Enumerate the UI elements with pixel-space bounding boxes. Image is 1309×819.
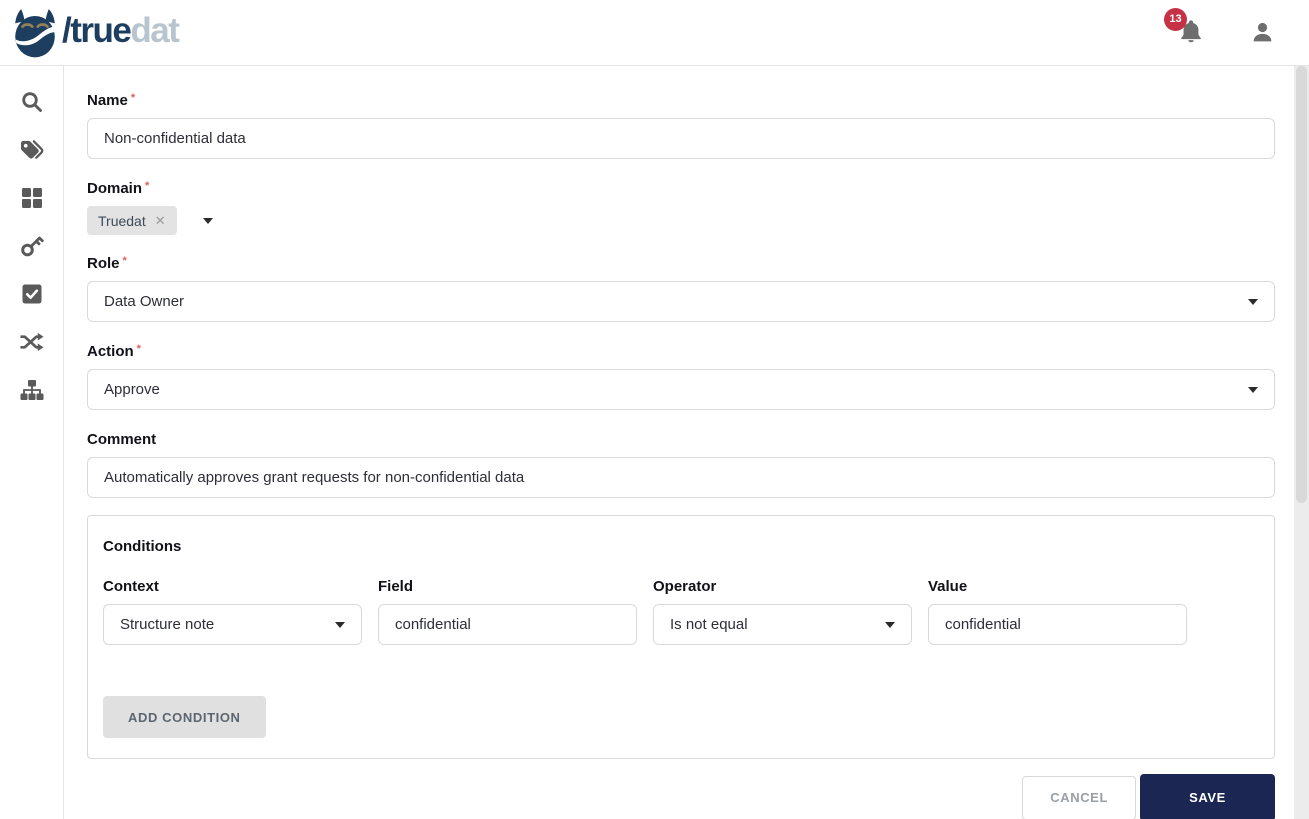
domain-chip-label: Truedat	[98, 213, 146, 229]
required-asterisk: *	[131, 92, 135, 104]
context-select[interactable]: Structure note	[103, 604, 362, 645]
condition-context-group: Context Structure note	[103, 578, 362, 645]
key-icon	[20, 234, 44, 258]
action-selected-value: Approve	[104, 381, 160, 398]
form-footer: CANCEL SAVE	[87, 774, 1275, 819]
role-field-group: Role* Data Owner	[87, 255, 1275, 322]
search-icon	[20, 90, 44, 114]
scrollbar[interactable]	[1294, 66, 1309, 819]
conditions-title: Conditions	[103, 538, 1259, 555]
action-select[interactable]: Approve	[87, 369, 1275, 410]
required-asterisk: *	[123, 255, 127, 267]
cancel-button[interactable]: CANCEL	[1022, 776, 1136, 819]
comment-input[interactable]	[87, 457, 1275, 498]
sidebar-item-modules[interactable]	[0, 174, 64, 222]
hierarchy-icon	[20, 379, 44, 401]
role-select[interactable]: Data Owner	[87, 281, 1275, 322]
add-condition-button[interactable]: ADD CONDITION	[103, 696, 266, 738]
sidebar-item-hierarchy[interactable]	[0, 366, 64, 414]
comment-field-group: Comment	[87, 431, 1275, 498]
sidebar-nav	[0, 66, 64, 819]
domain-dropdown-caret-icon[interactable]	[203, 218, 213, 224]
rule-form: Name* Domain* Truedat ✕ Role* Data Owner…	[64, 66, 1294, 819]
tasks-check-icon	[21, 283, 43, 305]
condition-row: Context Structure note Field Operator Is…	[103, 578, 1259, 645]
notification-count-badge: 13	[1164, 8, 1187, 31]
action-field-group: Action* Approve	[87, 343, 1275, 410]
shuffle-icon	[19, 331, 44, 353]
sidebar-item-permissions[interactable]	[0, 222, 64, 270]
sidebar-item-search[interactable]	[0, 78, 64, 126]
domain-chip: Truedat ✕	[87, 206, 177, 235]
chevron-down-icon	[335, 622, 345, 628]
operator-select[interactable]: Is not equal	[653, 604, 912, 645]
chevron-down-icon	[1248, 299, 1258, 305]
condition-field-group: Field	[378, 578, 637, 645]
name-field-group: Name*	[87, 92, 1275, 159]
condition-operator-group: Operator Is not equal	[653, 578, 912, 645]
app-header: /truedat 13	[0, 0, 1309, 66]
logo-wordmark: /truedat	[62, 13, 178, 52]
required-asterisk: *	[137, 343, 141, 355]
field-input[interactable]	[378, 604, 637, 645]
value-input[interactable]	[928, 604, 1187, 645]
context-selected-value: Structure note	[120, 616, 214, 633]
owl-logo-icon	[12, 8, 58, 58]
sidebar-item-tags[interactable]	[0, 126, 64, 174]
domain-field-group: Domain* Truedat ✕	[87, 180, 1275, 235]
value-label: Value	[928, 578, 1187, 595]
field-label: Field	[378, 578, 637, 595]
conditions-panel: Conditions Context Structure note Field …	[87, 515, 1275, 759]
notifications-button[interactable]: 13	[1178, 18, 1206, 48]
modules-grid-icon	[21, 187, 43, 209]
chevron-down-icon	[1248, 387, 1258, 393]
role-selected-value: Data Owner	[104, 293, 184, 310]
truedat-logo[interactable]: /truedat	[12, 8, 178, 58]
domain-label: Domain*	[87, 180, 1275, 197]
scrollbar-thumb[interactable]	[1296, 66, 1307, 503]
role-label: Role*	[87, 255, 1275, 272]
operator-selected-value: Is not equal	[670, 616, 748, 633]
sidebar-item-tasks[interactable]	[0, 270, 64, 318]
remove-chip-icon[interactable]: ✕	[155, 213, 166, 229]
user-menu-button[interactable]	[1250, 20, 1275, 45]
tags-icon	[19, 139, 44, 162]
name-input[interactable]	[87, 118, 1275, 159]
action-label: Action*	[87, 343, 1275, 360]
comment-label: Comment	[87, 431, 1275, 448]
required-asterisk: *	[145, 180, 149, 192]
sidebar-item-shuffle[interactable]	[0, 318, 64, 366]
save-button[interactable]: SAVE	[1140, 774, 1275, 819]
context-label: Context	[103, 578, 362, 595]
name-label: Name*	[87, 92, 1275, 109]
chevron-down-icon	[885, 622, 895, 628]
operator-label: Operator	[653, 578, 912, 595]
condition-value-group: Value	[928, 578, 1187, 645]
